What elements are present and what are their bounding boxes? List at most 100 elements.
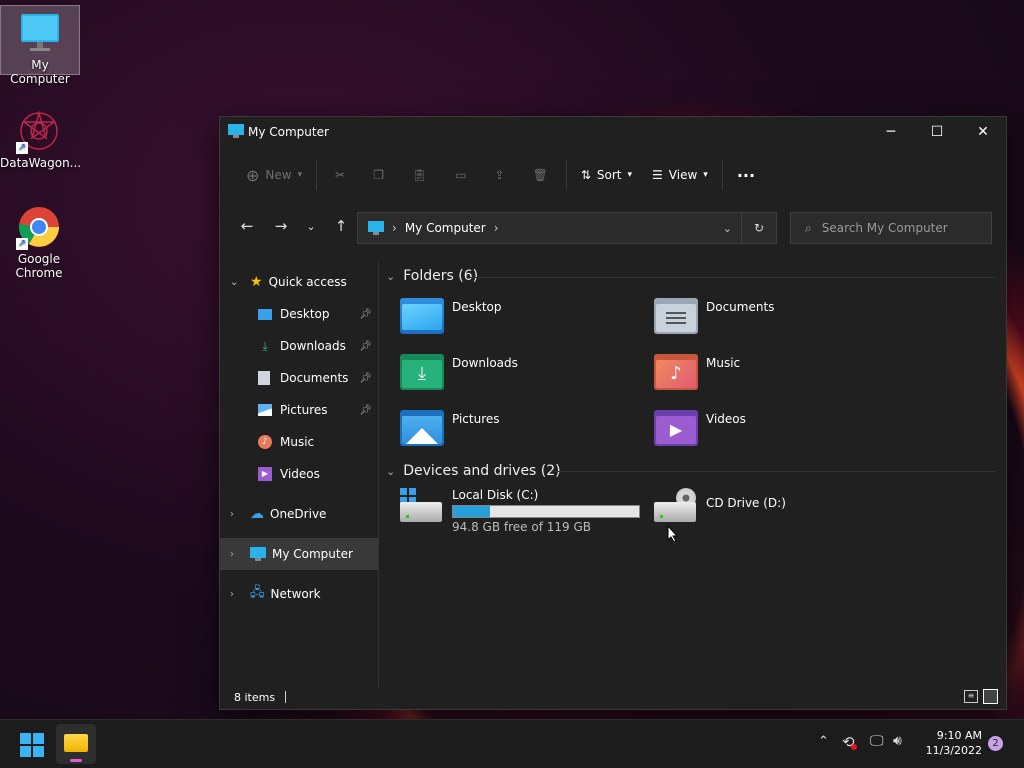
notification-badge[interactable]: 2 xyxy=(988,736,1003,751)
address-dropdown-icon[interactable]: ⌄ xyxy=(723,222,732,235)
sidebar-item-my-computer[interactable]: › My Computer xyxy=(220,538,378,570)
drive-usage-bar xyxy=(452,505,640,518)
arrow-right-icon: → xyxy=(274,217,288,235)
sort-label: Sort xyxy=(596,168,622,182)
pictures-folder-icon xyxy=(400,410,444,446)
navigation-pane: ⌄ ★ Quick access Desktop 📌︎ ⤓ Downloads … xyxy=(220,262,379,687)
sidebar-item-label: Network xyxy=(270,587,321,601)
paste-button[interactable]: 📋︎ xyxy=(398,158,441,192)
drive-label: Local Disk (C:) xyxy=(452,488,539,502)
rename-button[interactable]: ▭ xyxy=(441,158,480,192)
share-button[interactable]: ⇪ xyxy=(481,158,519,192)
refresh-button[interactable]: ↻ xyxy=(741,213,776,243)
recent-locations-button[interactable]: ⌄ xyxy=(298,210,324,242)
start-button[interactable] xyxy=(20,733,44,757)
folder-label: Documents xyxy=(706,300,775,314)
file-explorer-taskbar-button[interactable] xyxy=(56,724,96,764)
arrow-up-icon: ↑ xyxy=(334,217,348,235)
sidebar-item-onedrive[interactable]: › ☁ OneDrive xyxy=(220,498,378,530)
sidebar-item-music[interactable]: ♪ Music xyxy=(220,426,378,458)
chevron-down-icon: ▾ xyxy=(297,170,303,180)
sidebar-item-downloads[interactable]: ⤓ Downloads 📌︎ xyxy=(220,330,378,362)
close-button[interactable]: ✕ xyxy=(960,117,1006,147)
taskbar: ⌃ ⟲ 🖵︎ 🔊︎ 9:10 AM 11/3/2022 2 xyxy=(0,719,1024,768)
delete-button[interactable]: 🗑︎ xyxy=(519,158,562,192)
folder-label: Desktop xyxy=(452,300,502,314)
sort-icon: ⇅ xyxy=(580,168,591,182)
chevron-down-icon: ⌄ xyxy=(386,464,396,478)
view-button[interactable]: ☰ View ▾ xyxy=(642,158,718,192)
address-bar[interactable]: › My Computer › ⌄ ↻ xyxy=(357,212,777,244)
sidebar-item-pictures[interactable]: Pictures 📌︎ xyxy=(220,394,378,426)
sidebar-item-label: Videos xyxy=(280,467,320,481)
network-status-icon[interactable]: 🖵︎ xyxy=(870,733,884,749)
cloud-icon: ☁ xyxy=(250,506,264,522)
new-button[interactable]: ⊕ New ▾ xyxy=(236,158,312,192)
folder-tile-music[interactable]: ♪ Music xyxy=(654,354,740,390)
chevron-right-icon: › xyxy=(230,548,234,560)
title-bar[interactable]: My Computer ─ ☐ ✕ xyxy=(220,117,1006,147)
folder-tile-documents[interactable]: Documents xyxy=(654,298,774,334)
details-view-button[interactable]: ≡ xyxy=(964,690,978,703)
folder-tile-pictures[interactable]: Pictures xyxy=(400,410,500,446)
chevron-down-icon: ⌄ xyxy=(230,276,239,288)
drive-free-space: 94.8 GB free of 119 GB xyxy=(452,520,591,534)
sidebar-item-documents[interactable]: Documents 📌︎ xyxy=(220,362,378,394)
divider xyxy=(554,471,996,472)
datawagon-icon: ↗ xyxy=(16,108,62,154)
minimize-button[interactable]: ─ xyxy=(868,117,914,147)
folder-tile-desktop[interactable]: Desktop xyxy=(400,298,502,334)
drives-group-header[interactable]: ⌄ Devices and drives (2) xyxy=(386,463,561,479)
clock[interactable]: 9:10 AM 11/3/2022 xyxy=(920,728,982,758)
folders-group-header[interactable]: ⌄ Folders (6) xyxy=(386,268,478,284)
active-indicator xyxy=(70,759,82,762)
show-hidden-icons-button[interactable]: ⌃ xyxy=(818,734,829,749)
maximize-button[interactable]: ☐ xyxy=(914,117,960,147)
cut-button[interactable]: ✂ xyxy=(321,158,359,192)
volume-icon[interactable]: 🔊︎ xyxy=(893,733,902,749)
chevron-right-icon: › xyxy=(230,508,234,520)
window-title: My Computer xyxy=(248,125,329,139)
sidebar-item-network[interactable]: › 🖧︎ Network xyxy=(220,578,378,610)
pin-icon: 📌︎ xyxy=(359,404,372,416)
drive-tile-c[interactable]: Local Disk (C:) 94.8 GB free of 119 GB xyxy=(400,488,640,534)
sidebar-item-label: My Computer xyxy=(272,547,353,561)
content-pane: ⌄ Folders (6) Desktop Documents ⤓ Downlo… xyxy=(380,262,1004,687)
search-box[interactable]: ⌕ Search My Computer xyxy=(790,212,992,244)
desktop-icon-my-computer[interactable]: My Computer xyxy=(0,5,80,86)
folder-label: Music xyxy=(706,356,741,370)
more-options-button[interactable]: ··· xyxy=(727,158,765,192)
clock-time: 9:10 AM xyxy=(936,729,982,742)
pin-icon: 📌︎ xyxy=(359,372,372,384)
copy-button[interactable]: ❐ xyxy=(359,158,398,192)
share-icon: ⇪ xyxy=(494,168,505,182)
copy-icon: ❐ xyxy=(373,168,384,182)
desktop-folder-icon xyxy=(400,298,444,334)
breadcrumb-my-computer[interactable]: My Computer xyxy=(405,221,486,235)
large-icons-view-button[interactable] xyxy=(983,689,998,704)
music-icon: ♪ xyxy=(258,435,272,449)
sidebar-item-desktop[interactable]: Desktop 📌︎ xyxy=(220,298,378,330)
up-button[interactable]: ↑ xyxy=(324,210,358,242)
forward-button[interactable]: → xyxy=(264,210,298,242)
desktop-icon-label: Google Chrome xyxy=(15,252,63,280)
drive-tile-d[interactable]: CD Drive (D:) xyxy=(654,488,786,524)
ellipsis-icon: ··· xyxy=(736,165,756,185)
sidebar-item-videos[interactable]: ▶ Videos xyxy=(220,458,378,490)
monitor-icon xyxy=(368,221,384,235)
downloads-folder-icon: ⤓ xyxy=(400,354,444,390)
monitor-icon xyxy=(228,124,244,138)
sort-button[interactable]: ⇅ Sort ▾ xyxy=(571,158,642,192)
status-bar: 8 items ≡ xyxy=(220,685,1006,709)
sidebar-item-label: OneDrive xyxy=(270,507,327,521)
group-title: Folders (6) xyxy=(403,268,479,284)
drive-usage-fill xyxy=(453,506,491,517)
sync-status-icon[interactable]: ⟲ xyxy=(842,733,857,751)
sidebar-item-quick-access[interactable]: ⌄ ★ Quick access xyxy=(220,266,378,298)
back-button[interactable]: ← xyxy=(230,210,264,242)
desktop-icon-datawagon[interactable]: ↗ DataWagon... xyxy=(0,104,81,170)
folder-tile-downloads[interactable]: ⤓ Downloads xyxy=(400,354,518,390)
folder-tile-videos[interactable]: ▶ Videos xyxy=(654,410,746,446)
download-icon: ⤓ xyxy=(262,338,268,353)
desktop-icon-chrome[interactable]: ↗ Google Chrome xyxy=(0,200,78,280)
